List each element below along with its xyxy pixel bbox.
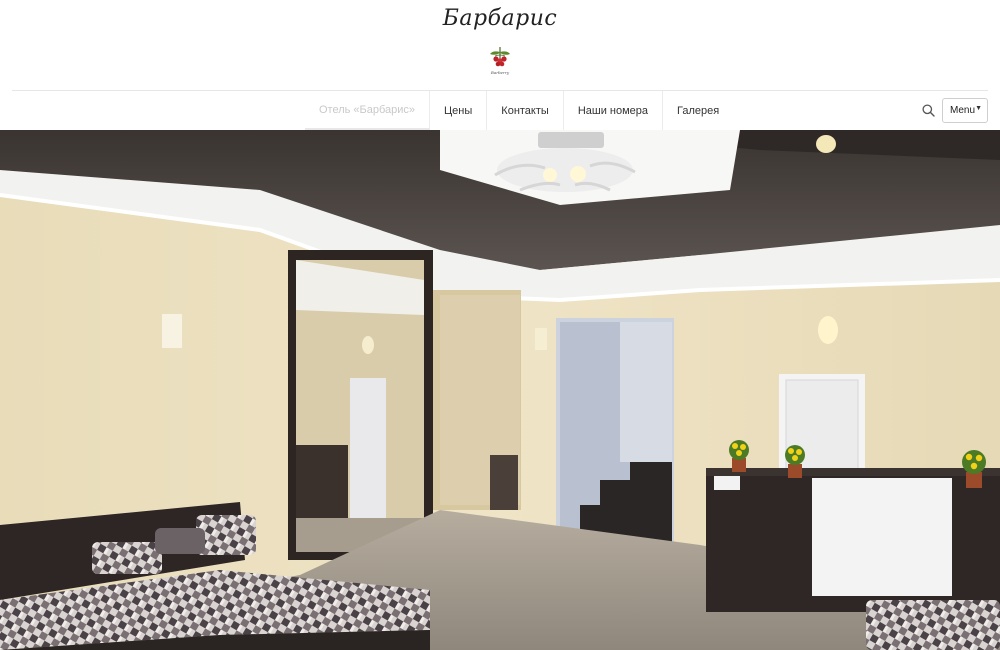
logo-title: Барбарис — [442, 6, 558, 31]
site-header: Барбарис Barberry Отель «Барбарис» Цены … — [0, 0, 1000, 130]
menu-select[interactable]: Menu ▼ — [942, 98, 988, 123]
nav-item-gallery[interactable]: Галерея — [663, 91, 733, 130]
nav-item-hotel[interactable]: Отель «Барбарис» — [305, 91, 431, 130]
menu-select-label: Menu — [950, 105, 976, 116]
logo-subtitle: Barberry — [490, 70, 510, 75]
hero-image — [0, 130, 1000, 650]
chevron-down-icon: ▼ — [975, 105, 982, 112]
nav-item-prices[interactable]: Цены — [430, 91, 488, 130]
search-button[interactable] — [918, 100, 938, 120]
search-icon — [921, 103, 935, 117]
nav-item-rooms[interactable]: Наши номера — [564, 91, 664, 130]
hotel-lobby-photo — [0, 130, 1000, 650]
nav-item-contacts[interactable]: Контакты — [487, 91, 564, 130]
site-logo[interactable]: Барбарис Barberry — [440, 4, 560, 84]
main-nav: Отель «Барбарис» Цены Контакты Наши номе… — [305, 91, 733, 130]
